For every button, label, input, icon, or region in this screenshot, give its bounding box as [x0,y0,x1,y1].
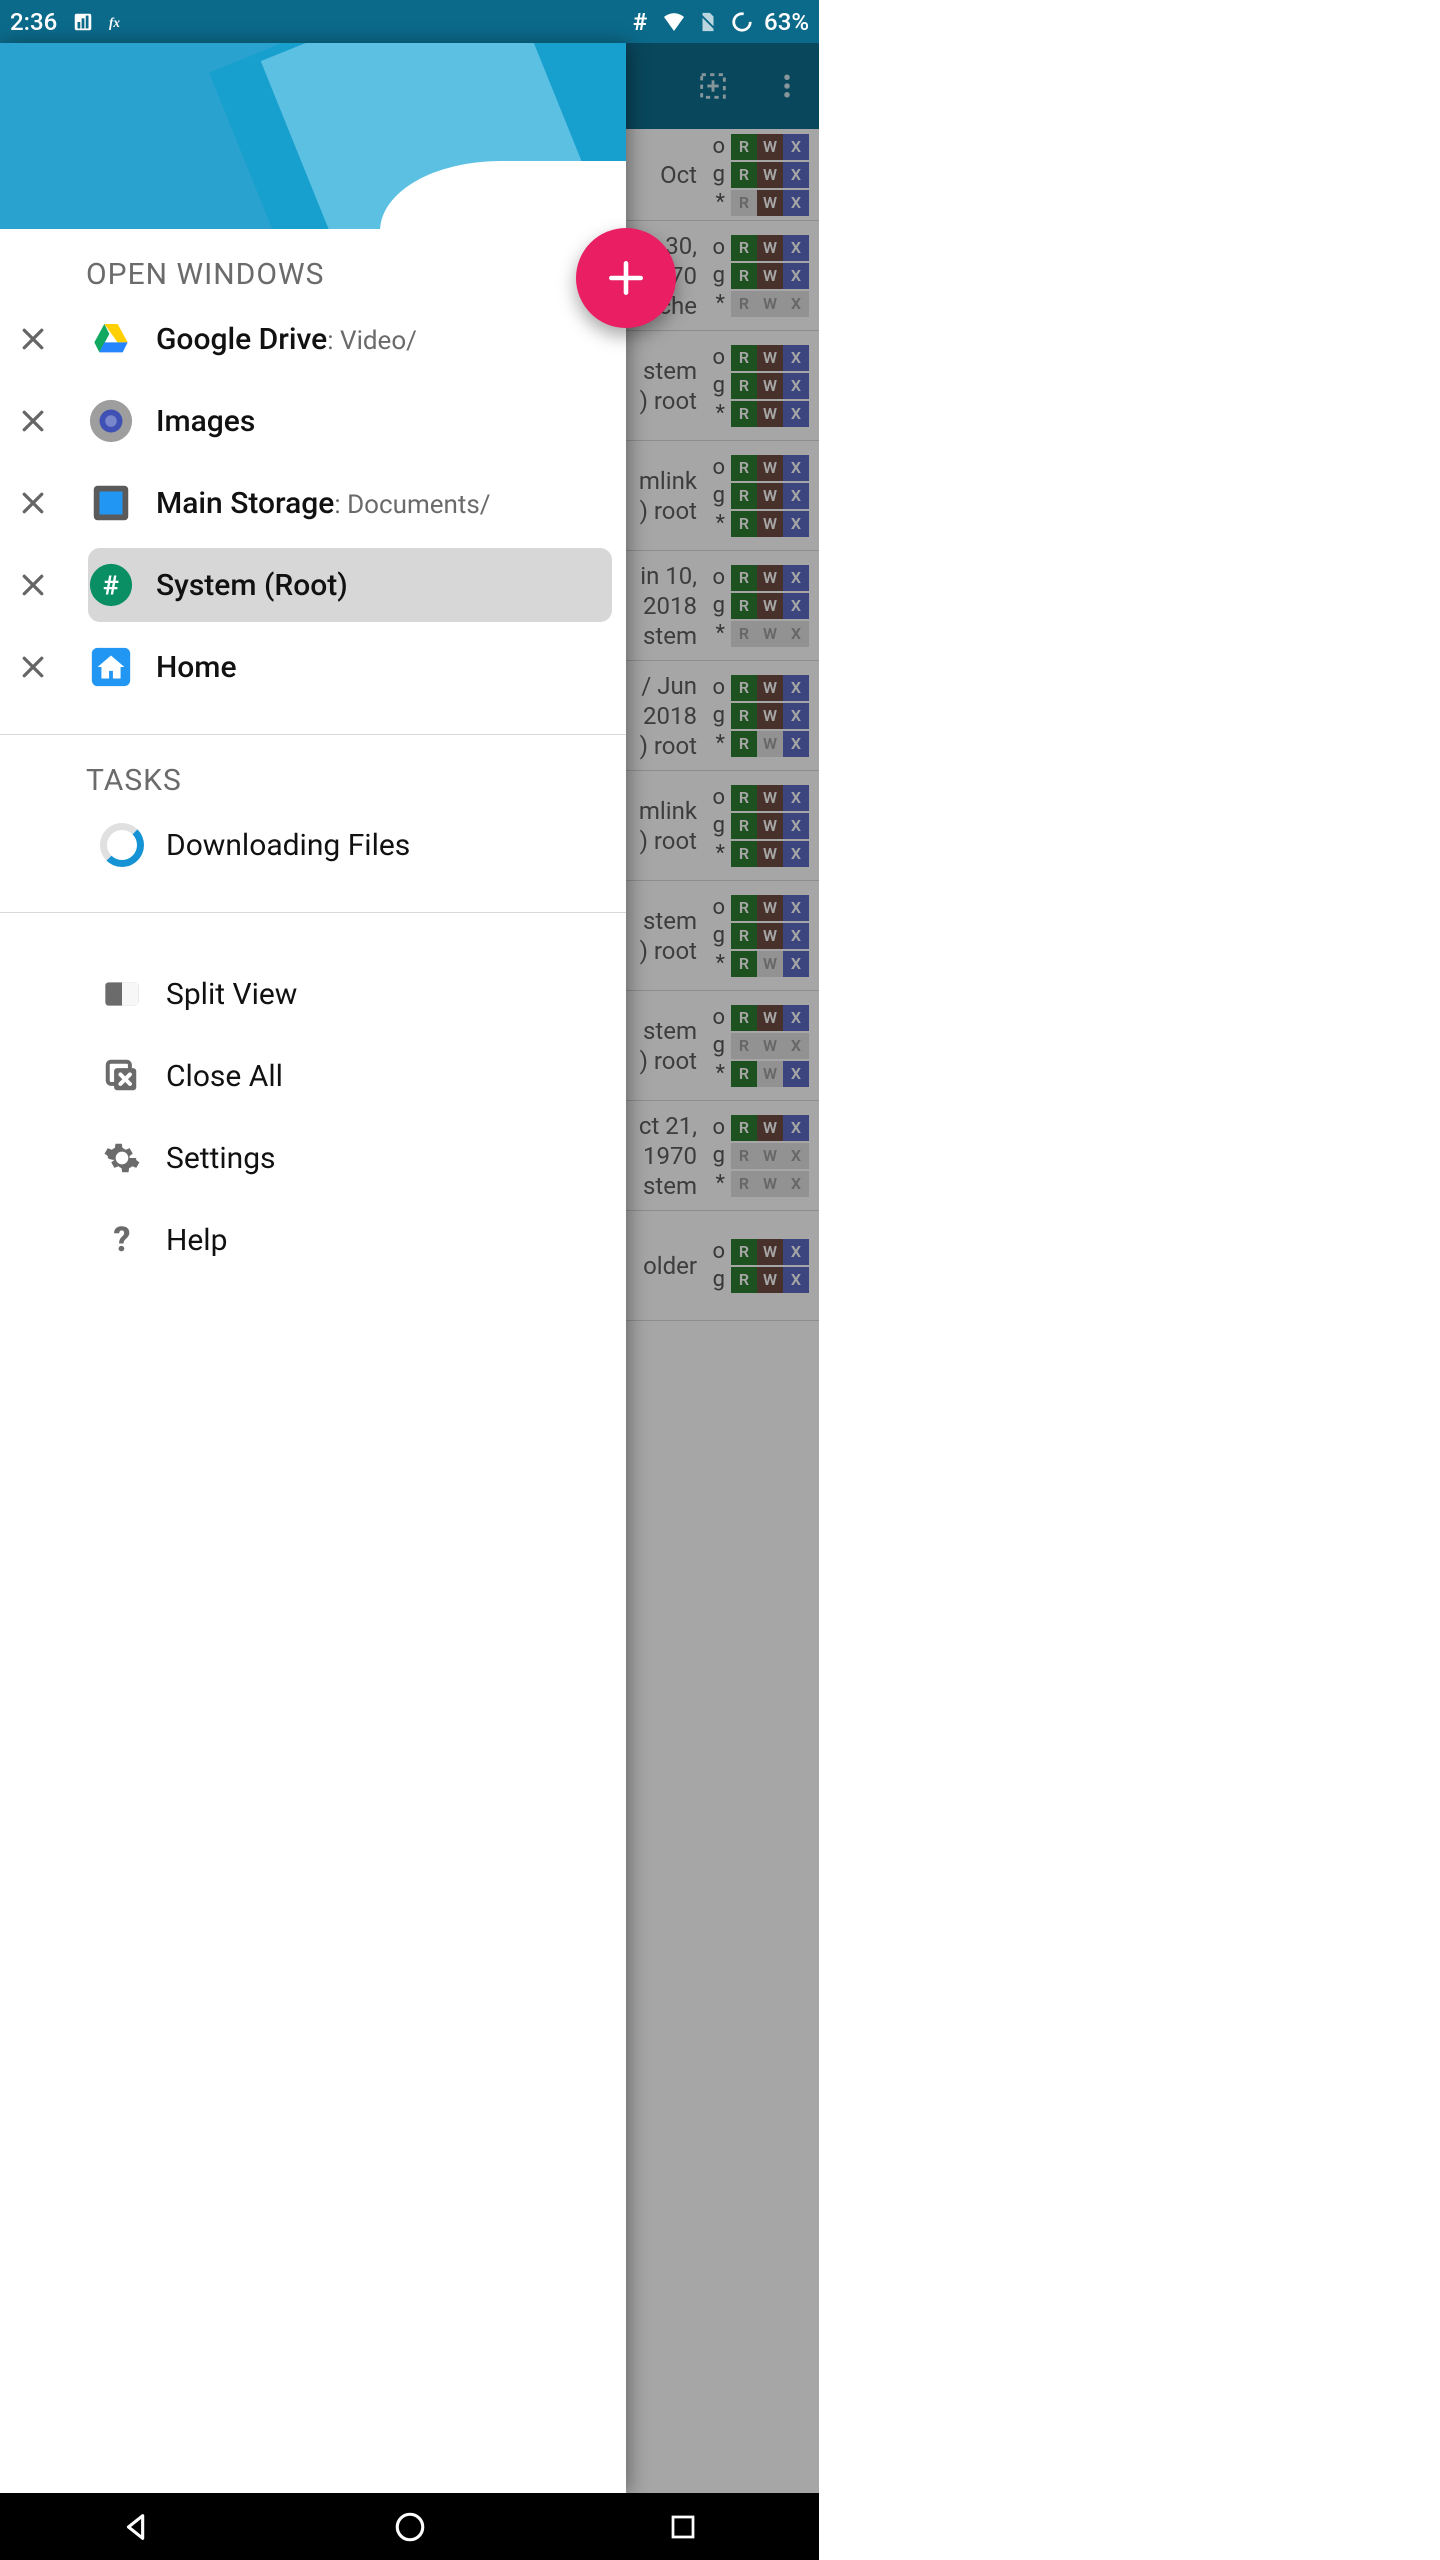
open-window-item[interactable]: Home [0,626,626,708]
hash-icon: # [628,10,652,34]
divider [0,912,626,913]
battery-percent: 63% [764,8,809,36]
status-app-icon-1 [71,10,95,34]
svg-text:fx: fx [109,14,120,29]
close-all-label: Close All [166,1059,283,1094]
home-icon [88,644,134,690]
new-window-fab[interactable] [576,228,676,328]
android-nav-bar [0,2493,819,2560]
help-icon: ? [100,1218,144,1262]
drawer-scrim[interactable] [626,43,819,2493]
status-bar: 2:36 fx # 63% [0,0,819,43]
split-view-label: Split View [166,977,297,1012]
settings-label: Settings [166,1141,276,1176]
tasks-heading: TASKS [0,735,626,804]
gear-icon [100,1136,144,1180]
window-title: Images [156,404,255,439]
main-storage-icon [88,480,134,526]
system-root-icon: # [88,562,134,608]
open-window-item[interactable]: Main Storage: Documents/ [0,462,626,544]
google-drive-icon [88,316,134,362]
fx-logo-icon: fx [494,165,614,229]
window-path: : Video/ [327,326,417,356]
nav-back-icon[interactable] [117,2507,157,2547]
drawer-header: fx [0,43,626,229]
open-window-item[interactable]: # System (Root) [0,544,626,626]
open-windows-heading: OPEN WINDOWS [0,229,626,298]
close-window-button[interactable] [0,406,66,436]
nav-home-icon[interactable] [390,2507,430,2547]
open-window-item[interactable]: Images [0,380,626,462]
window-path: : Documents/ [334,490,490,520]
progress-spinner-icon [100,823,144,867]
images-icon [88,398,134,444]
navigation-drawer: fx OPEN WINDOWS Google Drive: Video/Imag… [0,43,626,2493]
split-view-icon [100,972,144,1016]
window-title: Home [156,650,237,685]
open-windows-list: Google Drive: Video/ImagesMain Storage: … [0,298,626,708]
help-label: Help [166,1223,227,1258]
wifi-icon [662,10,686,34]
svg-text:fx: fx [494,165,547,229]
no-sim-icon [696,10,720,34]
close-window-button[interactable] [0,324,66,354]
task-label: Downloading Files [166,828,410,863]
help-button[interactable]: ? Help [0,1199,626,1281]
status-fx-icon: fx [109,10,133,34]
close-all-button[interactable]: Close All [0,1035,626,1117]
status-time: 2:36 [10,8,57,36]
open-window-item[interactable]: Google Drive: Video/ [0,298,626,380]
window-title: System (Root) [156,568,348,603]
close-window-button[interactable] [0,488,66,518]
close-all-icon [100,1054,144,1098]
close-window-button[interactable] [0,570,66,600]
task-downloading[interactable]: Downloading Files [0,804,626,886]
loading-circle-icon [730,10,754,34]
settings-button[interactable]: Settings [0,1117,626,1199]
svg-text:#: # [103,570,119,602]
window-title: Google Drive [156,322,327,357]
window-title: Main Storage [156,486,334,521]
nav-recents-icon[interactable] [663,2507,703,2547]
close-window-button[interactable] [0,652,66,682]
split-view-button[interactable]: Split View [0,953,626,1035]
